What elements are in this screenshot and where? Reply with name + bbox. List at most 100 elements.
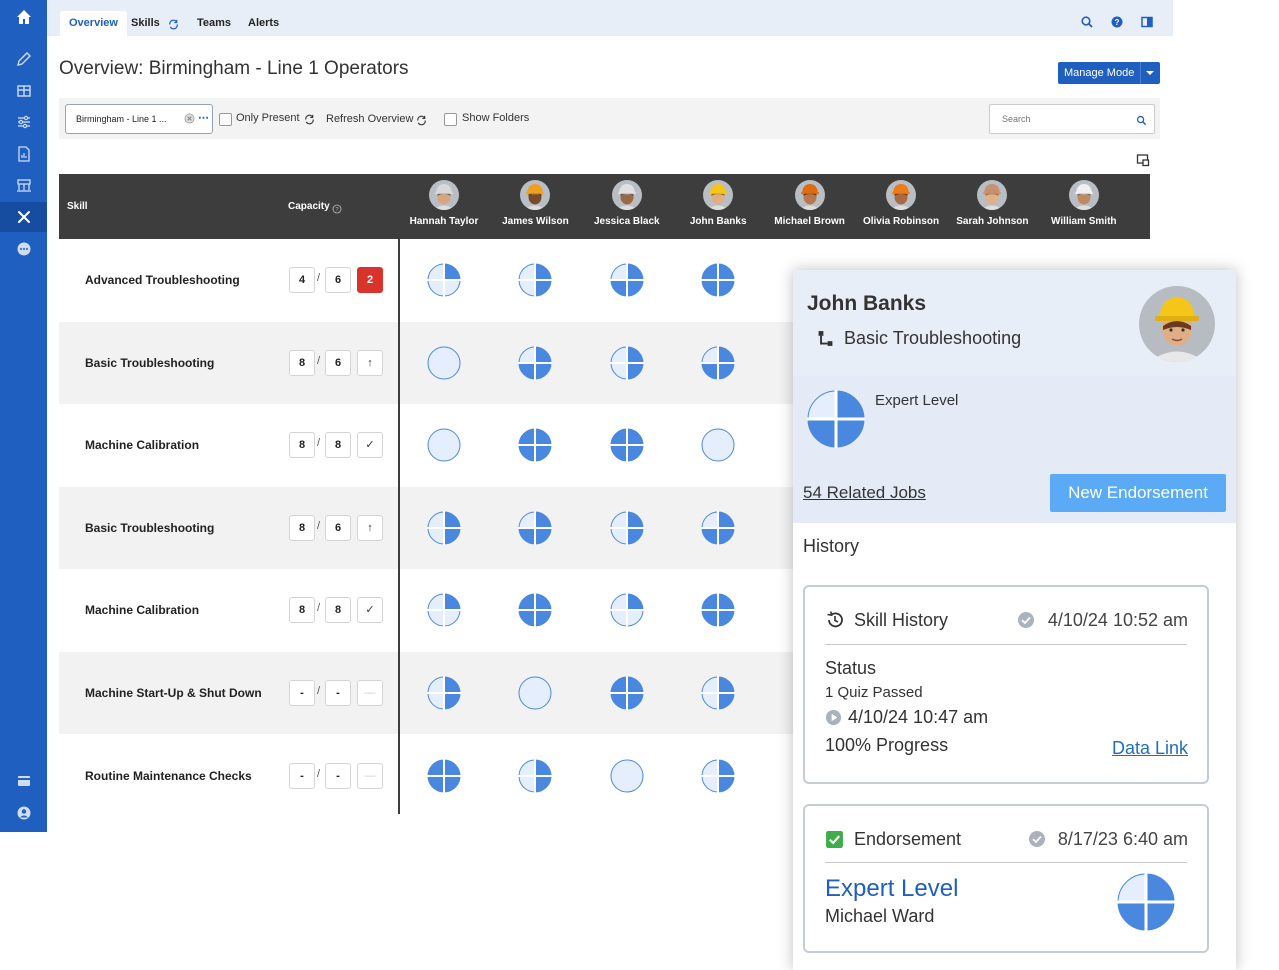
search-icon[interactable] [1080,15,1094,29]
capacity-status-badge[interactable]: 2 [357,267,383,293]
skill-level-pie[interactable] [427,593,461,628]
capacity-status-badge[interactable]: — [357,680,383,706]
only-present-checkbox[interactable] [219,113,232,126]
skill-level-cell[interactable] [518,428,553,467]
more-icon[interactable] [0,234,47,264]
skill-column-header[interactable]: Skill [67,201,88,212]
skill-level-pie[interactable] [609,345,644,380]
data-link[interactable]: Data Link [1112,738,1188,759]
skill-level-pie[interactable] [427,510,461,545]
panel-toggle-icon[interactable] [1140,15,1154,29]
skill-name[interactable]: Basic Troubleshooting [85,356,214,370]
skill-level-pie[interactable] [701,263,736,297]
manage-mode-button[interactable]: Manage Mode [1058,62,1160,84]
home-icon[interactable] [0,2,47,32]
capacity-status-badge[interactable]: ✓ [357,597,383,624]
operator-column-header[interactable]: William Smith [1038,180,1130,227]
skill-name[interactable]: Routine Maintenance Checks [85,769,252,783]
skill-level-cell[interactable] [701,676,736,715]
skill-level-pie[interactable] [518,345,553,380]
card-icon[interactable] [0,766,47,796]
skill-level-cell[interactable] [518,593,553,632]
operator-column-header[interactable]: Michael Brown [764,180,856,227]
skill-name[interactable]: Machine Calibration [85,603,199,617]
user-icon[interactable] [0,798,47,828]
skill-level-pie[interactable] [609,593,644,628]
operator-column-header[interactable]: Hannah Taylor [398,180,490,227]
capacity-status-badge[interactable]: ↑ [357,514,383,541]
operator-column-header[interactable]: John Banks [672,180,764,227]
skill-level-pie[interactable] [701,345,736,380]
show-folders-checkbox[interactable] [444,113,457,126]
search-icon[interactable] [1136,113,1147,131]
skill-level-pie[interactable] [610,759,644,793]
capacity-status-badge[interactable]: — [357,762,383,789]
help-icon[interactable]: ? [1110,15,1124,29]
level-pie[interactable] [807,390,865,448]
skill-level-cell[interactable] [609,676,644,715]
skill-level-pie[interactable] [518,758,553,793]
operator-column-header[interactable]: Jessica Black [581,180,673,227]
skill-level-cell[interactable] [427,676,461,715]
skill-name[interactable]: Machine Start-Up & Shut Down [85,686,262,700]
skill-level-pie[interactable] [701,428,735,462]
table-icon[interactable] [0,76,47,106]
skill-level-pie[interactable] [701,593,736,628]
skill-level-pie[interactable] [427,676,461,710]
skill-level-cell[interactable] [701,428,735,467]
refresh-icon[interactable] [416,113,427,131]
sliders-icon[interactable] [0,107,47,137]
search-input[interactable] [1000,113,1124,125]
skill-level-cell[interactable] [701,593,736,632]
skill-level-cell[interactable] [609,593,644,632]
skill-level-pie[interactable] [427,263,461,297]
new-endorsement-button[interactable]: New Endorsement [1050,474,1226,512]
skill-level-cell[interactable] [518,676,552,715]
skill-name[interactable]: Machine Calibration [85,438,199,452]
skill-level-pie[interactable] [701,510,736,545]
skill-level-cell[interactable] [609,345,644,385]
skill-level-cell[interactable] [609,510,644,550]
operator-column-header[interactable]: Olivia Robinson [855,180,947,227]
skill-level-cell[interactable] [610,759,644,798]
skill-level-pie[interactable] [518,428,553,463]
skill-level-cell[interactable] [701,758,736,798]
capacity-column-header[interactable]: Capacity [288,201,330,212]
skill-level-cell[interactable] [701,345,736,385]
skill-level-pie[interactable] [609,676,644,710]
skill-level-pie[interactable] [427,758,461,793]
skill-level-pie[interactable] [518,676,552,710]
skill-level-cell[interactable] [518,758,553,798]
sync-icon[interactable] [168,17,179,30]
skill-level-cell[interactable] [427,593,461,632]
tools-icon[interactable] [0,202,47,232]
skill-name[interactable]: Basic Troubleshooting [85,521,214,535]
skill-level-pie[interactable] [518,263,553,297]
skill-level-pie[interactable] [609,510,644,545]
export-icon[interactable] [1136,153,1150,172]
skill-level-pie[interactable] [609,428,644,463]
tab-skills[interactable]: Skills [131,11,160,36]
pencil-icon[interactable] [0,44,47,74]
skill-level-pie[interactable] [518,510,553,545]
clear-icon[interactable] [184,113,195,126]
tab-teams[interactable]: Teams [197,11,231,36]
skill-level-pie[interactable] [518,593,553,628]
skill-level-pie[interactable] [609,263,644,297]
skill-level-pie[interactable] [427,428,461,462]
skill-level-cell[interactable] [427,428,461,467]
skill-level-cell[interactable] [609,263,644,302]
skill-name[interactable]: Advanced Troubleshooting [85,273,240,287]
skill-level-cell[interactable] [427,263,461,302]
skill-level-cell[interactable] [609,428,644,467]
skill-level-cell[interactable] [518,263,553,302]
skill-level-cell[interactable] [518,510,553,550]
skill-level-cell[interactable] [701,263,736,302]
group-select[interactable]: Birmingham - Line 1 ... ⋯ [65,104,213,134]
level-pie[interactable] [1117,873,1175,931]
refresh-overview-button[interactable]: Refresh Overview [326,113,413,125]
more-options-icon[interactable]: ⋯ [198,111,209,124]
info-icon[interactable]: ? [332,201,342,219]
related-jobs-link[interactable]: 54 Related Jobs [803,483,926,503]
skill-level-pie[interactable] [701,758,736,793]
